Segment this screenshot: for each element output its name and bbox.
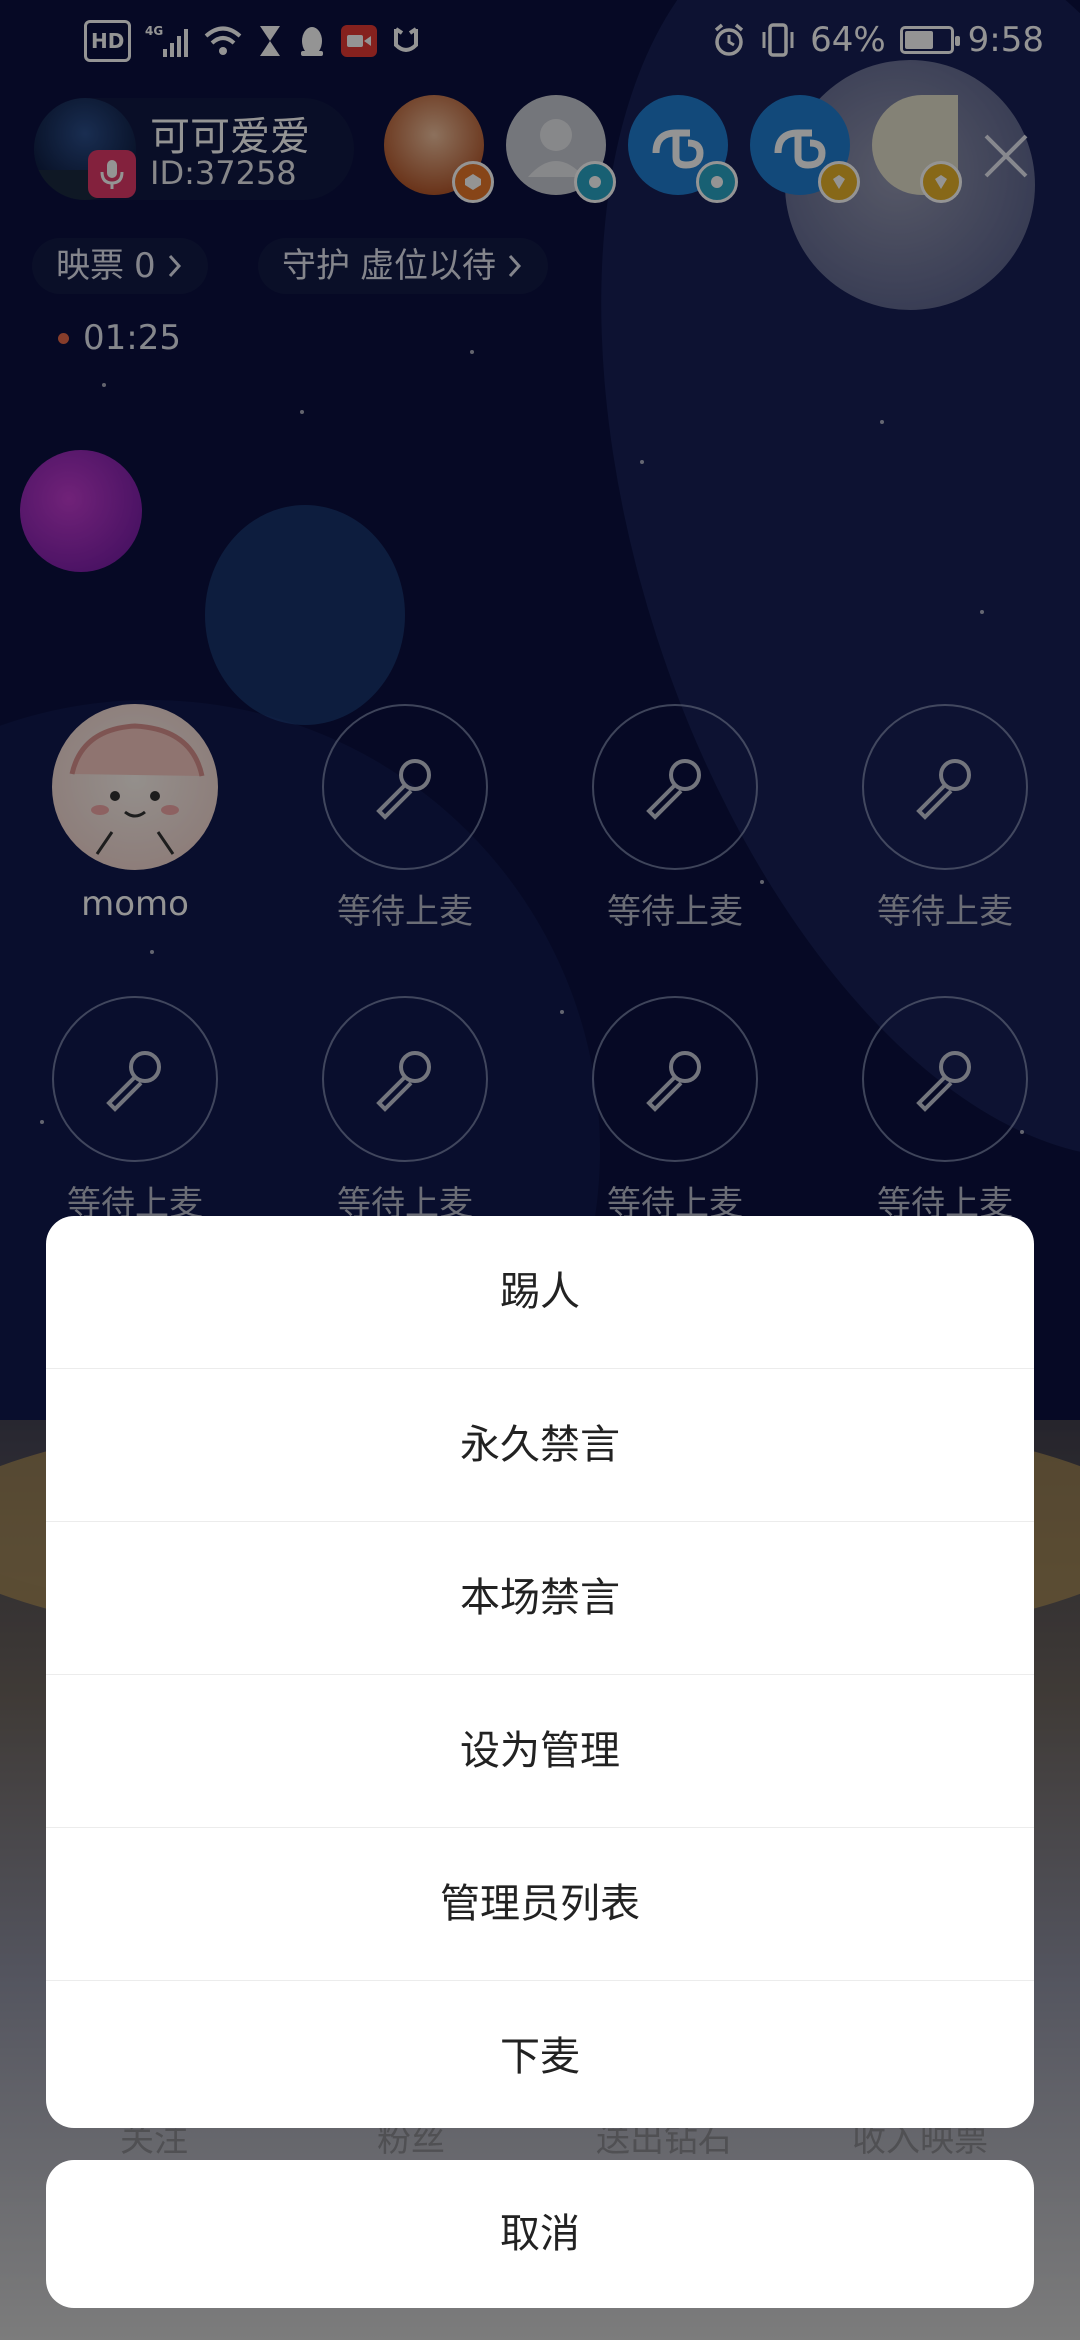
cancel-button[interactable]: 取消 [46, 2160, 1034, 2308]
permanent-mute-button[interactable]: 永久禁言 [46, 1369, 1034, 1522]
action-sheet: 踢人 永久禁言 本场禁言 设为管理 管理员列表 下麦 [46, 1216, 1034, 2128]
kick-user-button[interactable]: 踢人 [46, 1216, 1034, 1369]
set-admin-button[interactable]: 设为管理 [46, 1675, 1034, 1828]
remove-from-mic-button[interactable]: 下麦 [46, 1981, 1034, 2128]
live-room-screen: HD 4G 64% 9:58 可可爱爱 ID:37258 映票 0 守护 虚位以… [0, 0, 1080, 2340]
admin-list-button[interactable]: 管理员列表 [46, 1828, 1034, 1981]
session-mute-button[interactable]: 本场禁言 [46, 1522, 1034, 1675]
